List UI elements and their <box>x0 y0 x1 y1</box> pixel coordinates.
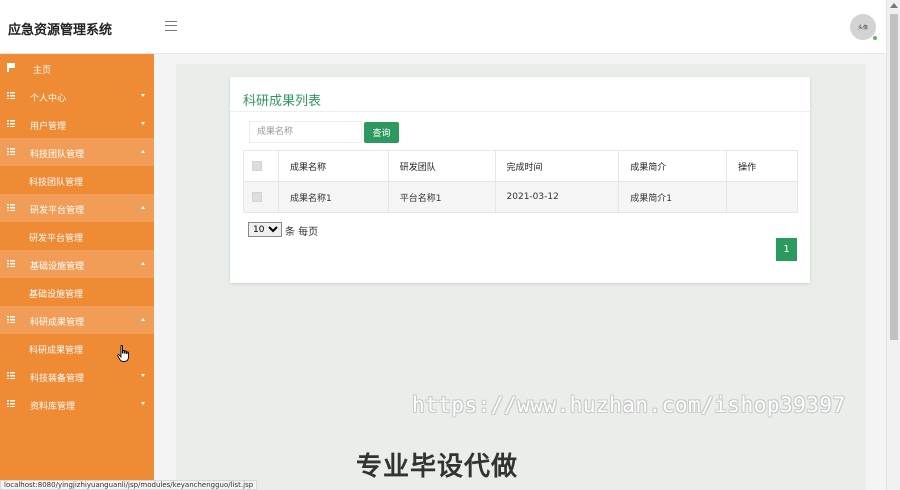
row-checkbox[interactable] <box>252 191 262 202</box>
sidebar-item-label: 科技团队管理 <box>30 150 85 160</box>
list-icon <box>7 204 15 211</box>
caret-up-icon <box>141 206 145 209</box>
sidebar-item-personal-center[interactable]: 个人中心 <box>0 82 154 110</box>
sidebar-subitem-label: 基础设施管理 <box>29 290 84 300</box>
caret-up-icon <box>141 262 145 265</box>
flag-icon <box>7 63 15 72</box>
select-all-cell <box>243 150 279 182</box>
select-all-checkbox[interactable] <box>252 160 262 171</box>
sidebar-item-research-results[interactable]: 科研成果管理 <box>0 306 154 334</box>
column-header: 操作 <box>726 150 798 182</box>
page-title: 科研成果列表 <box>243 94 322 109</box>
caret-down-icon <box>141 122 145 125</box>
online-status-dot <box>872 35 878 41</box>
sidebar-item-user-management[interactable]: 用户管理 <box>0 110 154 138</box>
list-icon <box>7 260 15 267</box>
sidebar-item-home[interactable]: 主页 <box>0 54 154 82</box>
sidebar-item-label: 主页 <box>33 66 52 76</box>
page-size-select[interactable]: 10 <box>248 222 282 237</box>
browser-status-bar: localhost:8080/yingjizhiyuanguanli/jsp/m… <box>0 480 258 490</box>
pagination-page-button[interactable]: 1 <box>776 238 797 261</box>
sidebar: 主页 个人中心 用户管理 科技团队管理 科技团队管理 研发平台管理 研发平台管理… <box>0 54 154 490</box>
list-icon <box>7 120 15 127</box>
column-header[interactable]: 成果简介 <box>618 150 728 182</box>
table-cell-actions <box>726 181 798 213</box>
caret-up-icon <box>141 150 145 153</box>
caret-down-icon <box>141 402 145 405</box>
scroll-up-arrow-icon[interactable] <box>890 3 898 8</box>
sidebar-subitem-infrastructure[interactable]: 基础设施管理 <box>0 278 154 306</box>
sidebar-item-label: 科技装备管理 <box>30 374 85 384</box>
list-icon <box>7 92 15 99</box>
results-table: 成果名称 研发团队 完成时间 成果简介 操作 成果名称1 平台名称1 2021-… <box>243 150 798 213</box>
table-cell: 平台名称1 <box>387 181 496 213</box>
page-size-label: 条 每页 <box>285 227 319 238</box>
results-list-card: 科研成果列表 查询 成果名称 研发团队 完成时间 成果简介 操作 成果名称1 平… <box>230 77 810 283</box>
column-header[interactable]: 成果名称 <box>277 150 389 182</box>
sidebar-subitem-label: 科研成果管理 <box>29 346 84 356</box>
list-icon <box>7 316 15 323</box>
app-title: 应急资源管理系统 <box>8 23 113 38</box>
sidebar-subitem-rd-platform[interactable]: 研发平台管理 <box>0 222 154 250</box>
row-select-cell <box>243 181 279 213</box>
sidebar-item-rd-platform[interactable]: 研发平台管理 <box>0 194 154 222</box>
divider <box>230 111 810 112</box>
table-row[interactable]: 成果名称1 平台名称1 2021-03-12 成果简介1 <box>243 181 798 213</box>
watermark-text: 专业毕设代做 <box>356 452 519 482</box>
sidebar-item-tech-team[interactable]: 科技团队管理 <box>0 138 154 166</box>
sidebar-subitem-label: 研发平台管理 <box>29 234 84 244</box>
sidebar-item-library[interactable]: 资料库管理 <box>0 390 154 418</box>
sidebar-item-label: 资料库管理 <box>30 402 76 412</box>
table-cell: 成果名称1 <box>277 181 389 213</box>
caret-down-icon <box>141 374 145 377</box>
search-input[interactable] <box>249 121 362 143</box>
sidebar-item-label: 科研成果管理 <box>30 318 85 328</box>
table-header-row: 成果名称 研发团队 完成时间 成果简介 操作 <box>243 150 798 182</box>
sidebar-item-label: 个人中心 <box>30 94 67 104</box>
scrollbar-thumb[interactable] <box>890 14 898 340</box>
hamburger-menu-icon[interactable] <box>165 21 177 31</box>
list-icon <box>7 148 15 155</box>
table-cell: 成果简介1 <box>618 181 728 213</box>
list-icon <box>7 400 15 407</box>
top-header: 应急资源管理系统 头像 <box>0 0 886 54</box>
sidebar-item-label: 基础设施管理 <box>30 262 85 272</box>
search-button[interactable]: 查询 <box>364 122 399 143</box>
hand-cursor-icon <box>117 345 129 362</box>
column-header[interactable]: 研发团队 <box>387 150 496 182</box>
list-icon <box>7 372 15 379</box>
caret-up-icon <box>141 318 145 321</box>
column-header[interactable]: 完成时间 <box>494 150 620 182</box>
caret-down-icon <box>141 94 145 97</box>
sidebar-subitem-tech-team[interactable]: 科技团队管理 <box>0 166 154 194</box>
sidebar-subitem-label: 科技团队管理 <box>29 178 84 188</box>
sidebar-item-label: 用户管理 <box>30 122 67 132</box>
sidebar-item-infrastructure[interactable]: 基础设施管理 <box>0 250 154 278</box>
sidebar-item-tech-equipment[interactable]: 科技装备管理 <box>0 362 154 390</box>
sidebar-item-label: 研发平台管理 <box>30 206 85 216</box>
page-scrollbar[interactable] <box>886 0 900 490</box>
table-cell: 2021-03-12 <box>494 181 620 213</box>
watermark-url: https://www.huzhan.com/ishop39397 <box>412 393 846 417</box>
